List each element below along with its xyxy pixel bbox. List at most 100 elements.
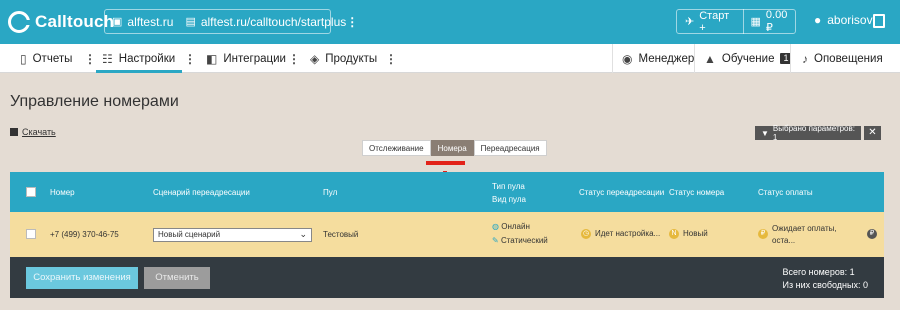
save-changes-button[interactable]: Сохранить изменения	[26, 267, 138, 289]
scenario-value: Новый сценарий	[158, 230, 221, 239]
divider	[612, 44, 613, 73]
nav-item-products[interactable]: ◈ Продукты	[310, 44, 377, 73]
graduation-cap-icon: ▲	[704, 51, 716, 66]
nav-item-notifications[interactable]: ♪ Оповещения	[802, 44, 883, 73]
globe-icon: ◍	[492, 222, 499, 231]
clock-icon: ◷	[581, 229, 591, 239]
filter-close-button[interactable]: ✕	[864, 126, 881, 140]
nav-label: Интеграции	[223, 52, 286, 65]
pin-icon: ✎	[492, 236, 499, 245]
nav-item-settings[interactable]: ☷ Настройки	[96, 44, 182, 73]
nav-item-integrations[interactable]: ◧ Интеграции	[206, 44, 286, 73]
products-icon: ◈	[310, 51, 320, 66]
download-label: Скачать	[22, 127, 56, 137]
balance-value: 0.00 ₽	[765, 9, 788, 34]
chevron-down-icon: ⌄	[299, 229, 307, 239]
payment-icon: ₽	[758, 229, 768, 239]
username: aborisov	[827, 13, 873, 27]
table-row: +7 (499) 370-46-75 Новый сценарий ⌄ Тест…	[10, 212, 884, 257]
download-link[interactable]: Скачать	[10, 127, 56, 137]
ruble-info-icon[interactable]: ₽	[867, 229, 881, 239]
account-widget[interactable]: ✈ Старт + ▦ 0.00 ₽	[676, 9, 796, 34]
divider	[694, 44, 695, 73]
main-nav: ▯ Отчеты ⋮ ☷ Настройки ⋮ ◧ Интеграции ⋮ …	[0, 44, 900, 73]
table-header: Номер Сценарий переадресации Пул Тип пул…	[10, 172, 884, 212]
calltouch-logo-icon	[8, 11, 31, 33]
column-header-number-status[interactable]: Статус номера	[669, 188, 724, 197]
clipboard-icon: ▯	[20, 51, 27, 66]
project-selector[interactable]: ▣ alftest.ru ▤ alftest.ru/calltouch/star…	[104, 9, 358, 34]
column-header-redirect-status[interactable]: Статус переадресации	[579, 188, 664, 197]
table-footer: Сохранить изменения Отменить Всего номер…	[10, 257, 884, 298]
tab-numbers[interactable]: Номера	[430, 140, 474, 156]
column-header-pool[interactable]: Пул	[323, 188, 337, 197]
column-header-pool-view[interactable]: Вид пула	[492, 195, 526, 204]
logout-icon[interactable]	[873, 14, 885, 28]
pool-type: ◍ Онлайн	[492, 222, 530, 231]
payment-status-line2: оста...	[772, 236, 796, 245]
project-path: alftest.ru/calltouch/startplus	[200, 14, 347, 29]
nav-label: Обучение	[721, 52, 775, 65]
filter-icon: ▼	[761, 128, 769, 138]
nav-item-reports[interactable]: ▯ Отчеты	[20, 44, 72, 73]
number-status-value: Новый	[683, 229, 708, 239]
free-numbers: Из них свободных: 0	[782, 280, 868, 290]
column-header-number[interactable]: Номер	[50, 188, 75, 197]
top-bar: Calltouch ▣ alftest.ru ▤ alftest.ru/call…	[0, 0, 900, 44]
column-header-scenario[interactable]: Сценарий переадресации	[153, 188, 250, 197]
wallet-icon: ▦	[750, 16, 761, 28]
pool-type-value: Онлайн	[501, 222, 530, 231]
redirect-status: ◷ Идет настройка...	[581, 229, 660, 239]
nav-label: Продукты	[325, 52, 378, 65]
divider	[790, 44, 791, 73]
row-checkbox[interactable]	[26, 229, 36, 239]
filter-label: Выбрано параметров: 1	[772, 124, 855, 142]
site-icon: ▤	[185, 16, 196, 28]
logo-text: Calltouch	[35, 12, 115, 31]
column-header-payment-status[interactable]: Статус оплаты	[758, 188, 813, 197]
bell-icon: ♪	[802, 51, 808, 66]
tab-redirect[interactable]: Переадресация	[473, 140, 547, 156]
kebab-icon[interactable]: ⋮	[385, 52, 397, 66]
totals: Всего номеров: 1 Из них свободных: 0	[783, 266, 868, 292]
tariff-label: Старт +	[699, 9, 730, 34]
nav-item-manager[interactable]: ◉ Менеджер	[622, 44, 694, 73]
phone-number: +7 (499) 370-46-75	[50, 230, 119, 239]
page-title: Управление номерами	[10, 93, 179, 110]
download-icon	[10, 128, 18, 136]
filter-badge[interactable]: ▼ Выбрано параметров: 1	[755, 124, 861, 142]
briefcase-icon: ▣	[112, 16, 123, 28]
kebab-menu-icon[interactable]: ⋮	[346, 15, 358, 29]
pool-view: ✎ Статический	[492, 236, 548, 245]
new-icon: N	[669, 229, 679, 239]
column-header-pool-type[interactable]: Тип пула	[492, 182, 525, 191]
project-site: alftest.ru	[127, 14, 174, 29]
puzzle-icon: ◧	[206, 51, 218, 66]
scenario-select[interactable]: Новый сценарий ⌄	[153, 228, 312, 242]
headset-icon: ◉	[622, 51, 633, 66]
nav-label: Менеджер	[638, 52, 695, 65]
user-icon: ●	[814, 13, 822, 27]
select-all-checkbox[interactable]	[26, 187, 36, 197]
nav-label: Настройки	[118, 52, 176, 65]
nav-label: Отчеты	[32, 52, 73, 65]
tab-tracking[interactable]: Отслеживание	[362, 140, 431, 156]
divider	[742, 9, 744, 34]
kebab-icon[interactable]: ⋮	[184, 52, 196, 66]
logo[interactable]: Calltouch	[8, 9, 114, 35]
user-menu[interactable]: ● aborisov	[814, 13, 873, 27]
cancel-button[interactable]: Отменить	[144, 267, 210, 289]
sliders-icon: ☷	[102, 51, 113, 66]
number-status: N Новый	[669, 229, 708, 239]
kebab-icon[interactable]: ⋮	[288, 52, 300, 66]
redirect-status-value: Идет настройка...	[595, 229, 661, 239]
total-numbers: Всего номеров: 1	[782, 267, 855, 277]
rocket-icon: ✈	[685, 16, 695, 28]
nav-item-learning[interactable]: ▲ Обучение 1	[704, 44, 792, 73]
pool-view-value: Статический	[500, 236, 548, 245]
annotation-underline	[426, 161, 465, 165]
view-tabs: Отслеживание Номера Переадресация	[362, 140, 547, 156]
nav-label: Оповещения	[814, 52, 883, 65]
kebab-icon[interactable]: ⋮	[84, 52, 96, 66]
payment-status: ₽ Ожидает оплаты, оста...	[758, 223, 868, 247]
